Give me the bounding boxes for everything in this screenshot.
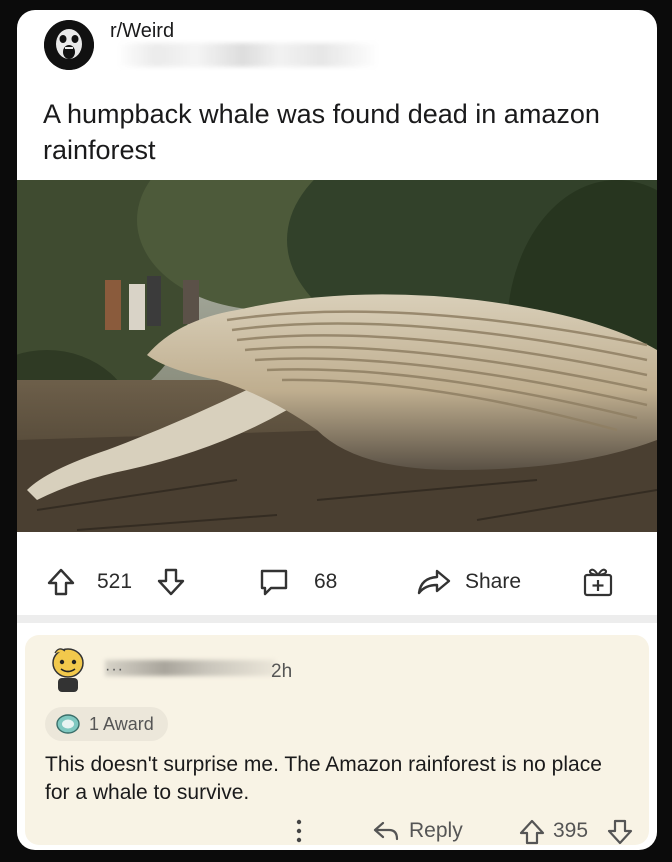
- comment-downvote-icon[interactable]: [605, 818, 635, 846]
- redacted-username: [105, 660, 275, 676]
- downvote-button[interactable]: [155, 558, 187, 606]
- top-comment: ··· 2h 1 Award This doesn't surprise me.…: [25, 635, 649, 845]
- upvote-count: 521: [97, 570, 133, 593]
- comment-count: 68: [314, 570, 338, 593]
- comment-body: This doesn't surprise me. The Amazon rai…: [45, 753, 602, 804]
- post-action-bar: 521 68 Share: [17, 558, 657, 606]
- comment-score: 395: [553, 819, 589, 842]
- vertical-dots-icon: [296, 819, 302, 843]
- share-arrow-icon: [417, 569, 451, 595]
- downvote-arrow-icon: [157, 568, 185, 596]
- award-badge[interactable]: 1 Award: [45, 707, 168, 741]
- comment-action-bar: Reply 395: [25, 817, 649, 845]
- subreddit-avatar[interactable]: [44, 20, 94, 70]
- comment-bubble-icon: [260, 569, 288, 596]
- section-divider: [17, 615, 657, 623]
- post-image[interactable]: [17, 180, 657, 532]
- gift-icon: [583, 568, 613, 597]
- upvote-button[interactable]: [45, 558, 77, 606]
- username-prefix: ···: [105, 661, 124, 678]
- more-options-button[interactable]: [289, 817, 309, 845]
- reply-arrow-icon[interactable]: [371, 819, 401, 843]
- give-award-button[interactable]: [581, 558, 615, 606]
- redacted-post-meta: [117, 43, 379, 67]
- post-card: r/Weird A humpback whale was found dead …: [17, 10, 657, 850]
- share-button[interactable]: [415, 558, 453, 606]
- comments-button[interactable]: [257, 558, 291, 606]
- post-title[interactable]: A humpback whale was found dead in amazo…: [43, 96, 623, 168]
- commenter-avatar[interactable]: [47, 645, 89, 695]
- award-label: 1 Award: [89, 713, 154, 734]
- share-label[interactable]: Share: [465, 558, 521, 606]
- upvote-arrow-icon: [47, 568, 75, 596]
- reply-button[interactable]: Reply: [409, 819, 463, 843]
- award-icon: [56, 714, 80, 734]
- comment-upvote-icon[interactable]: [517, 818, 547, 846]
- subreddit-name[interactable]: r/Weird: [110, 20, 174, 43]
- comment-time: 2h: [271, 661, 293, 682]
